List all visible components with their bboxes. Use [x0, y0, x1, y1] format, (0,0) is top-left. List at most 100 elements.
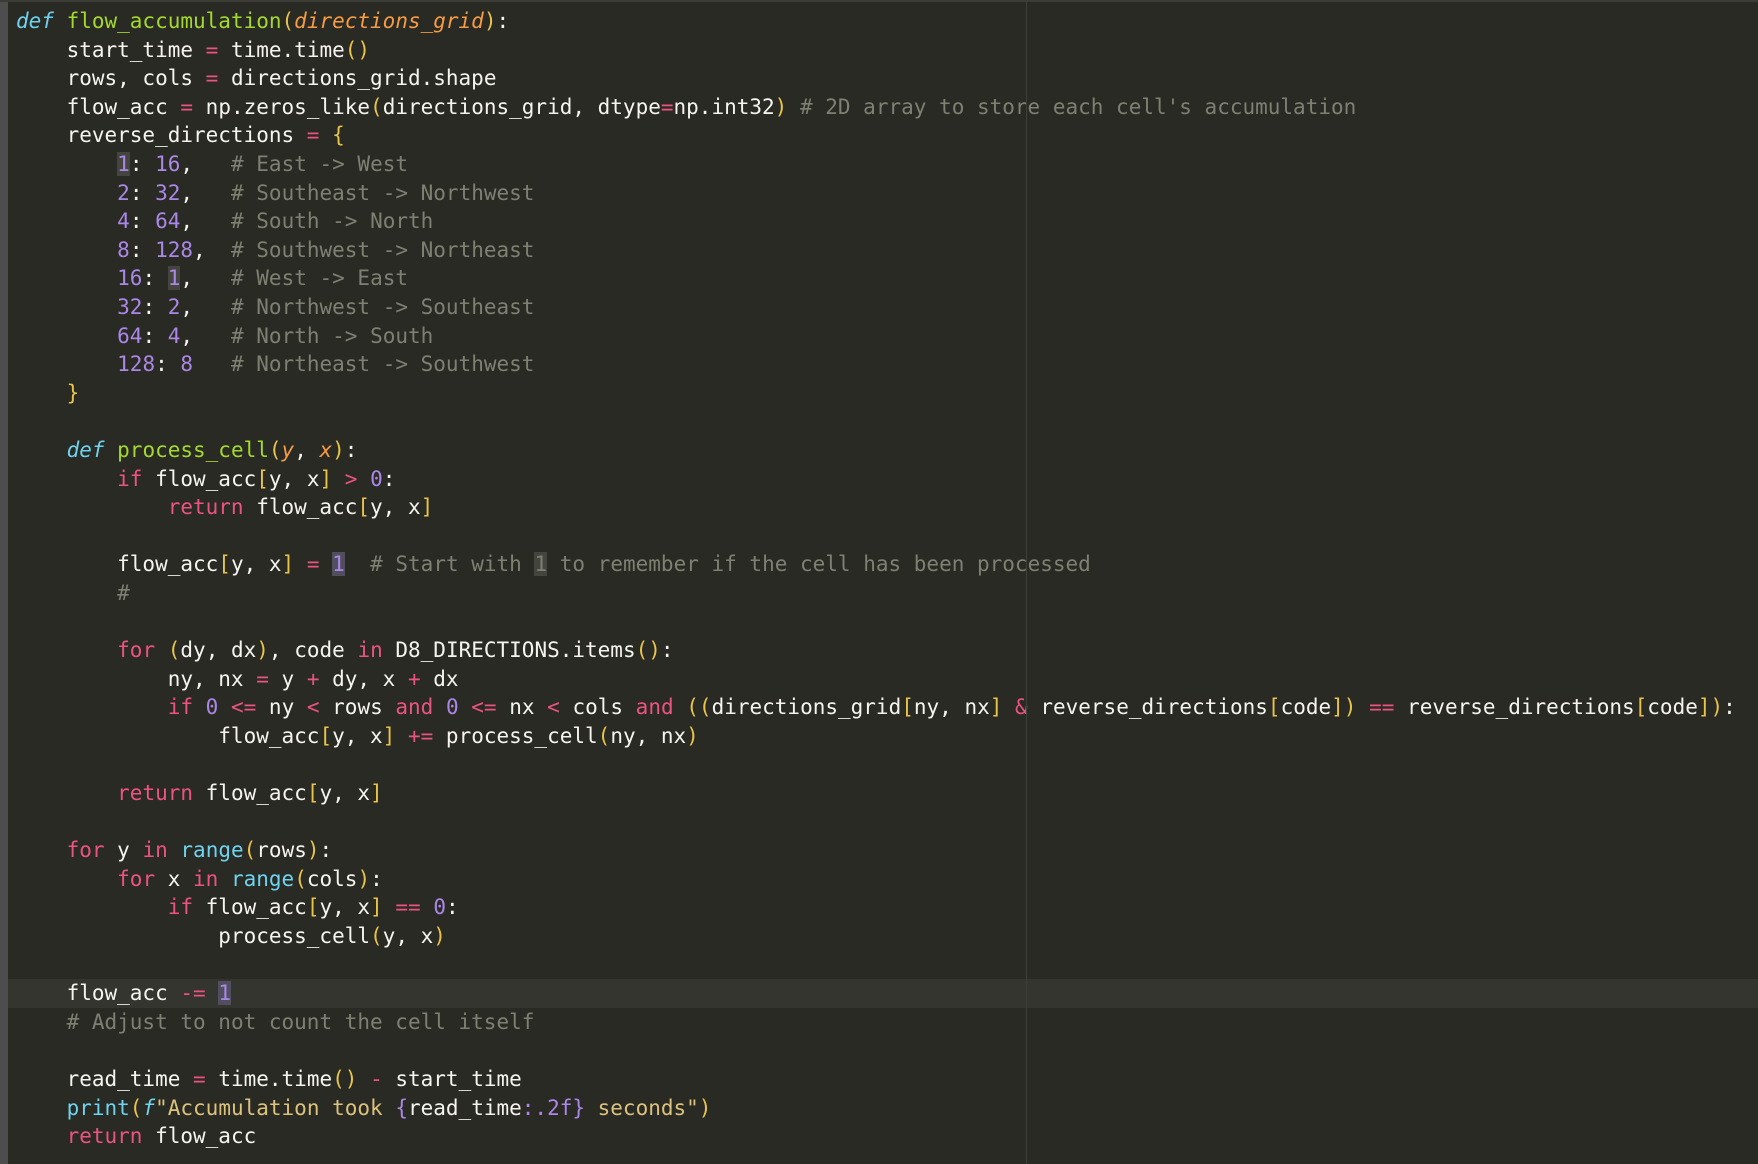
code-token: read_time	[408, 1096, 522, 1120]
code-token: y, x	[231, 552, 282, 576]
code-line[interactable]: process_cell(y, x)	[0, 922, 1758, 951]
code-token: process_cell	[433, 724, 597, 748]
code-token: )	[686, 724, 699, 748]
code-line[interactable]: flow_acc = np.zeros_like(directions_grid…	[0, 93, 1758, 122]
comment-token: # East -> West	[193, 152, 408, 176]
code-token	[433, 695, 446, 719]
code-token	[1002, 695, 1015, 719]
code-line[interactable]: reverse_directions = {	[0, 121, 1758, 150]
code-line[interactable]: def process_cell(y, x):	[0, 436, 1758, 465]
code-token: ny, nx	[914, 695, 990, 719]
code-token: return	[168, 495, 244, 519]
code-editor[interactable]: def flow_accumulation(directions_grid): …	[0, 2, 1758, 1151]
code-token	[16, 638, 117, 662]
code-token	[294, 552, 307, 576]
code-token: x	[319, 438, 332, 462]
code-token: dy, x	[319, 667, 408, 691]
code-token: [	[1635, 695, 1648, 719]
code-line-current[interactable]: flow_acc -= 1	[0, 979, 1758, 1008]
code-token: y, x	[269, 467, 320, 491]
left-edge-bar	[0, 2, 8, 1164]
comment-token: # 2D array to store each cell's accumula…	[787, 95, 1356, 119]
comment-token: # Start with	[370, 552, 534, 576]
code-token	[459, 695, 472, 719]
top-border	[0, 0, 1758, 2]
code-token: =	[307, 552, 320, 576]
code-token: code	[1281, 695, 1332, 719]
code-line[interactable]: 4: 64, # South -> North	[0, 207, 1758, 236]
code-line[interactable]: read_time = time.time() - start_time	[0, 1065, 1758, 1094]
code-token	[16, 695, 168, 719]
code-line[interactable]: 1: 16, # East -> West	[0, 150, 1758, 179]
code-line[interactable]: start_time = time.time()	[0, 36, 1758, 65]
code-token: :	[446, 895, 459, 919]
code-line[interactable]: #	[0, 579, 1758, 608]
code-token	[16, 438, 67, 462]
code-token: in	[142, 838, 167, 862]
code-line[interactable]: flow_acc[y, x] += process_cell(ny, nx)	[0, 722, 1758, 751]
code-line[interactable]: ny, nx = y + dy, x + dx	[0, 665, 1758, 694]
code-token: 32	[155, 181, 180, 205]
code-line[interactable]: 64: 4, # North -> South	[0, 322, 1758, 351]
code-token: f	[142, 1096, 155, 1120]
code-token: 0	[370, 467, 383, 491]
code-token: [	[357, 495, 370, 519]
comment-token: to remember if the cell has been process…	[547, 552, 1091, 576]
code-token: flow_acc	[16, 981, 180, 1005]
code-line[interactable]: if flow_acc[y, x] == 0:	[0, 893, 1758, 922]
code-token	[421, 895, 434, 919]
code-line[interactable]	[0, 951, 1758, 980]
code-token: :	[496, 9, 509, 33]
code-line[interactable]: def flow_accumulation(directions_grid):	[0, 7, 1758, 36]
code-token: +	[408, 667, 421, 691]
code-line[interactable]: 128: 8 # Northeast -> Southwest	[0, 350, 1758, 379]
code-line[interactable]: 32: 2, # Northwest -> Southeast	[0, 293, 1758, 322]
code-line[interactable]	[0, 750, 1758, 779]
code-line[interactable]	[0, 607, 1758, 636]
code-line[interactable]: 8: 128, # Southwest -> Northeast	[0, 236, 1758, 265]
comment-token: # Northwest -> Southeast	[193, 295, 534, 319]
code-token: ]	[383, 724, 396, 748]
code-line[interactable]: return flow_acc	[0, 1122, 1758, 1151]
code-line[interactable]: 16: 1, # West -> East	[0, 264, 1758, 293]
code-token: np.zeros_like	[193, 95, 370, 119]
code-token	[16, 352, 117, 376]
code-line[interactable]: flow_acc[y, x] = 1 # Start with 1 to rem…	[0, 550, 1758, 579]
code-line[interactable]	[0, 407, 1758, 436]
code-line[interactable]: }	[0, 379, 1758, 408]
code-token: flow_acc	[16, 95, 180, 119]
code-line[interactable]: rows, cols = directions_grid.shape	[0, 64, 1758, 93]
code-token: ]	[370, 781, 383, 805]
code-line[interactable]: for y in range(rows):	[0, 836, 1758, 865]
code-token: read_time	[16, 1067, 193, 1091]
code-token	[319, 123, 332, 147]
code-token: (	[294, 867, 307, 891]
code-token: flow_acc	[142, 1124, 256, 1148]
code-line[interactable]: print(f"Accumulation took {read_time:.2f…	[0, 1094, 1758, 1123]
code-token: flow_acc	[142, 467, 256, 491]
code-token: reverse_directions	[1394, 695, 1634, 719]
comment-token: # West -> East	[193, 266, 408, 290]
code-token: :	[130, 181, 155, 205]
code-token: 0	[433, 895, 446, 919]
code-token: ,	[180, 324, 193, 348]
code-line[interactable]: return flow_acc[y, x]	[0, 493, 1758, 522]
code-line[interactable]	[0, 1036, 1758, 1065]
code-token	[16, 381, 67, 405]
code-token: directions_grid	[712, 695, 902, 719]
code-token: )	[484, 9, 497, 33]
code-line[interactable]: for (dy, dx), code in D8_DIRECTIONS.item…	[0, 636, 1758, 665]
code-line[interactable]: for x in range(cols):	[0, 865, 1758, 894]
code-line[interactable]: if flow_acc[y, x] > 0:	[0, 465, 1758, 494]
code-line[interactable]: # Adjust to not count the cell itself	[0, 1008, 1758, 1037]
code-line[interactable]	[0, 522, 1758, 551]
code-line[interactable]: return flow_acc[y, x]	[0, 779, 1758, 808]
code-token: )	[775, 95, 788, 119]
code-token: ==	[395, 895, 420, 919]
code-line[interactable]: 2: 32, # Southeast -> Northwest	[0, 179, 1758, 208]
code-token: ,	[294, 438, 319, 462]
code-line[interactable]: if 0 <= ny < rows and 0 <= nx < cols and…	[0, 693, 1758, 722]
code-token: ])	[1698, 695, 1723, 719]
code-token: ]	[421, 495, 434, 519]
code-line[interactable]	[0, 808, 1758, 837]
